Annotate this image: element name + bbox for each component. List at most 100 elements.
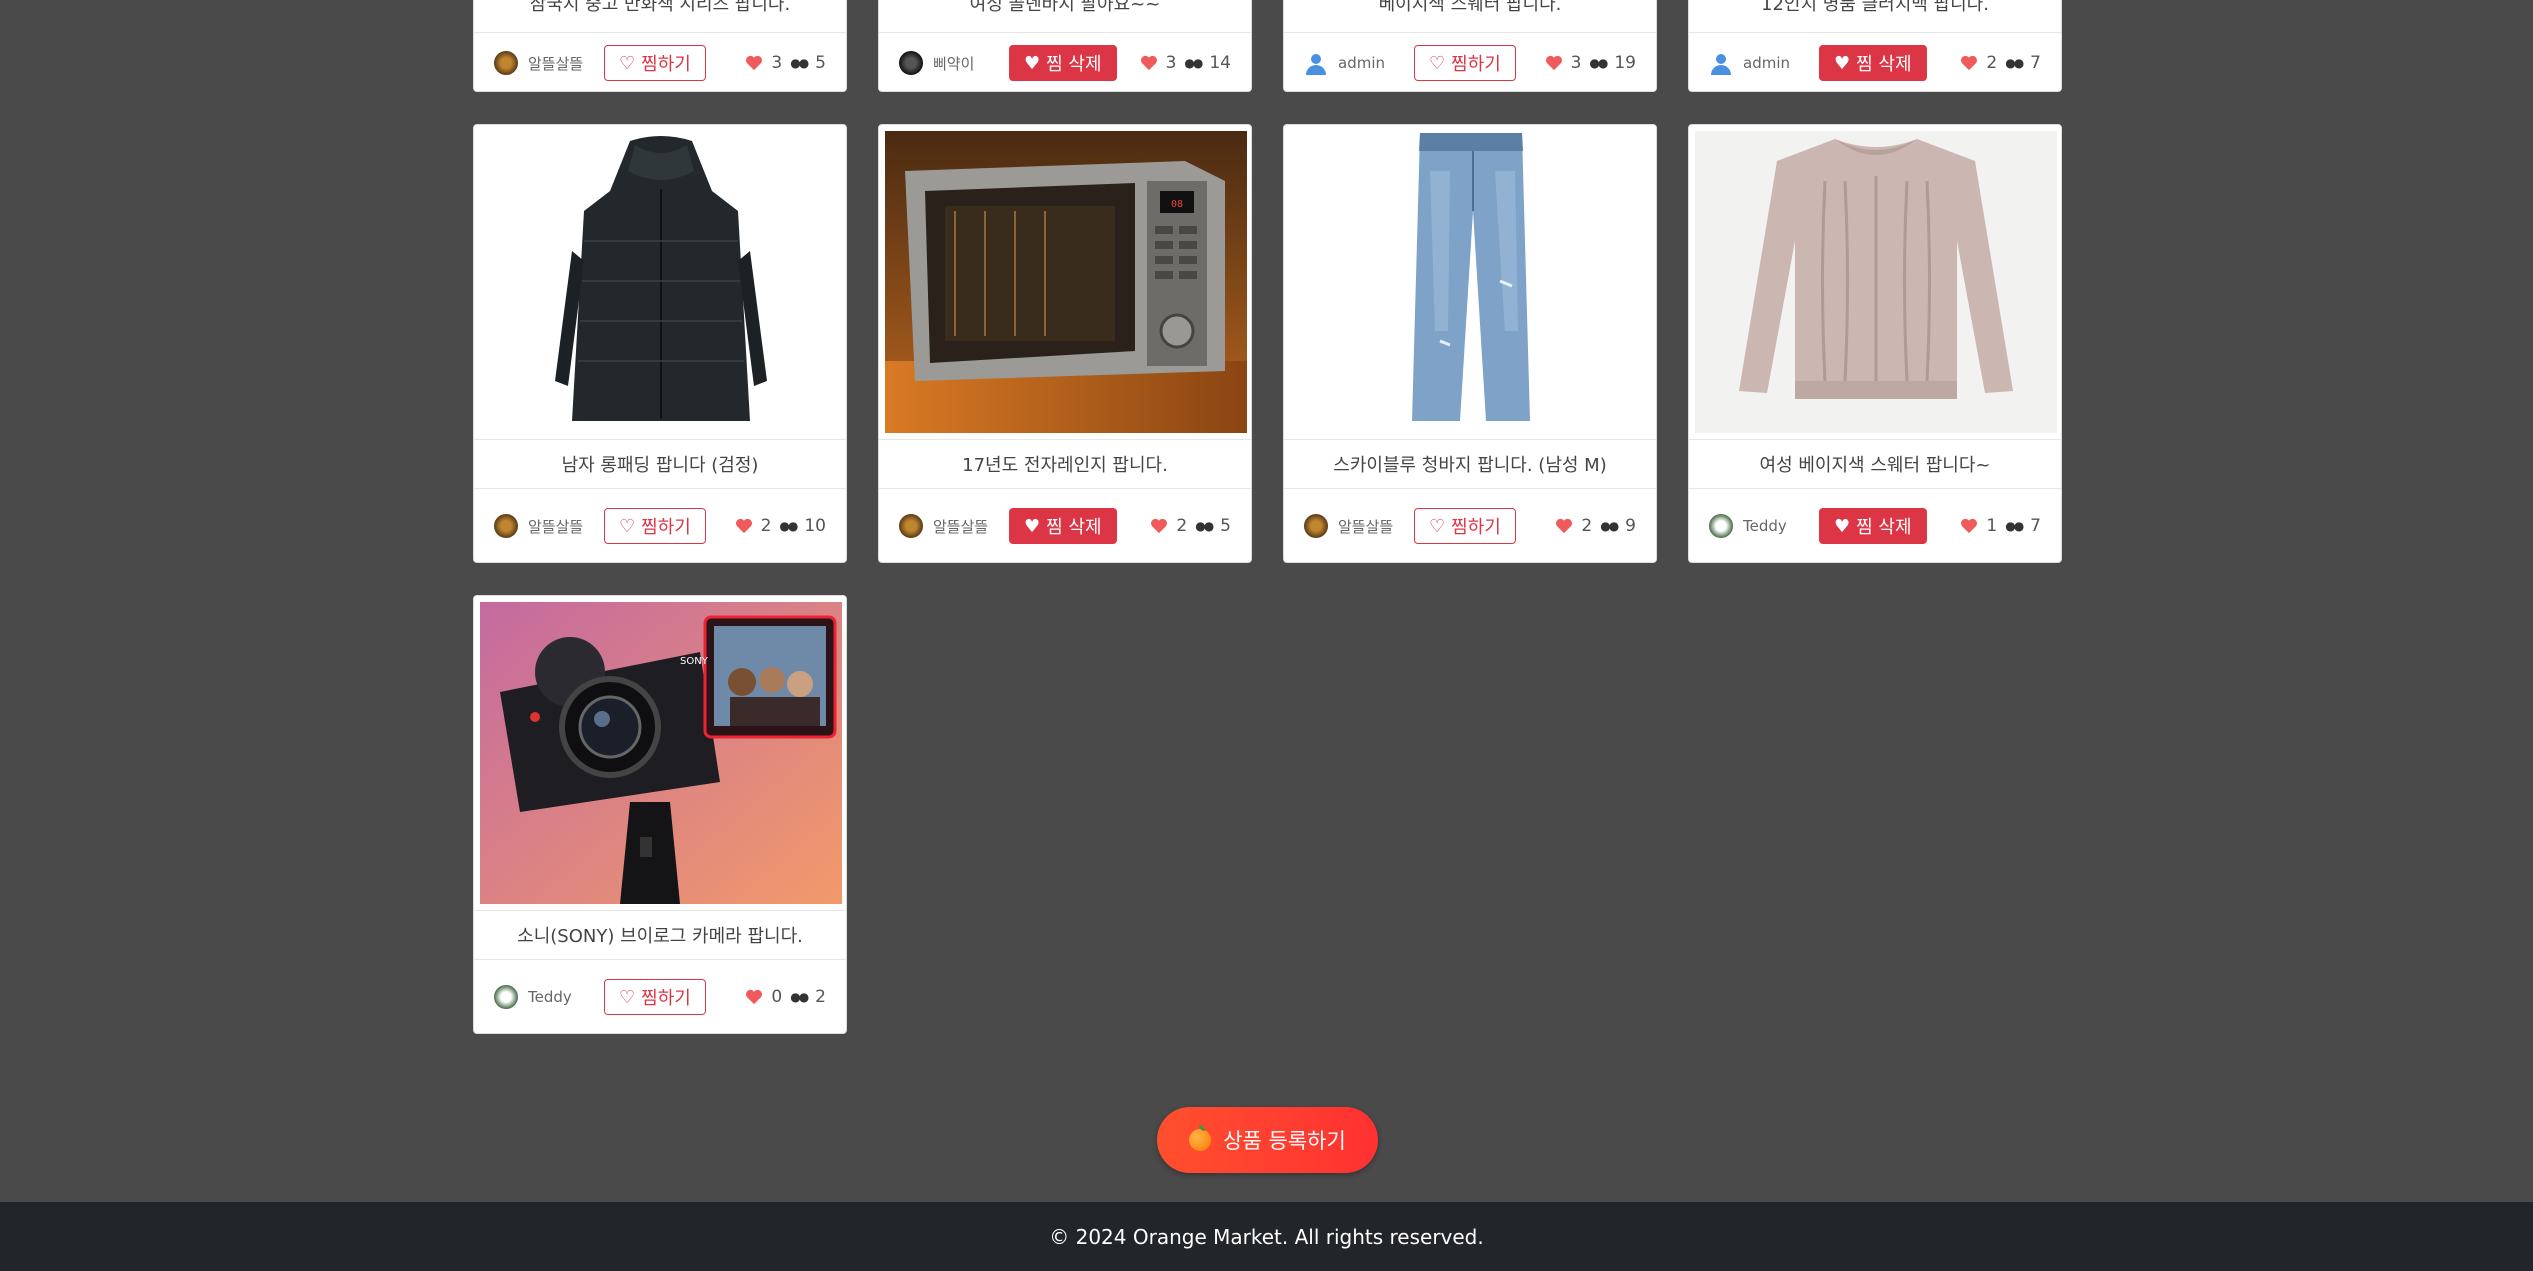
card-stats: 0 ●● 2 [745,987,826,1007]
views-eyes-icon: ●● [790,990,809,1004]
heart-outline-icon: ♡ [1429,52,1446,74]
view-count: 5 [815,53,826,73]
card-footer: 알뜰살뜰 ♡ 찜하기 2 ●● 10 [474,489,846,562]
zzim-label: 찜 삭제 [1856,517,1912,538]
product-image-sweater[interactable] [1695,131,2057,433]
svg-text:SONY: SONY [680,656,709,667]
like-heart-icon [745,55,763,71]
heart-filled-icon: ♥ [1024,52,1041,74]
seller-name: 알뜰살뜰 [528,517,584,536]
card-stats: 2 ●● 10 [735,516,826,536]
register-label: 상품 등록하기 [1223,1129,1346,1153]
zzim-label: 찜하기 [641,54,691,75]
product-card[interactable]: 08 17년도 전자레인지 팝니다. 알뜰살뜰 ♥ 찜 삭제 2 ●● 5 [878,124,1252,563]
like-count: 2 [760,516,772,536]
zzim-button[interactable]: ♡ 찜하기 [604,508,706,544]
views-eyes-icon: ●● [1589,56,1608,70]
heart-filled-icon: ♥ [1024,515,1041,537]
view-count: 2 [815,987,826,1007]
view-count: 14 [1209,53,1231,73]
like-count: 3 [771,53,783,73]
product-card[interactable]: 여성 골덴바지 팔아요~~ 삐약이 ♥ 찜 삭제 3 ●● 14 [878,0,1252,92]
like-heart-icon [1960,518,1978,534]
view-count: 19 [1614,53,1636,73]
heart-outline-icon: ♡ [1429,515,1446,537]
heart-filled-icon: ♥ [1834,515,1851,537]
card-stats: 2 ●● 9 [1555,516,1636,536]
view-count: 7 [2030,53,2041,73]
zzim-remove-button[interactable]: ♥ 찜 삭제 [1819,45,1927,81]
seller-info: 알뜰살뜰 [1304,514,1414,538]
like-heart-icon [735,518,753,534]
zzim-button[interactable]: ♡ 찜하기 [1414,508,1516,544]
zzim-remove-button[interactable]: ♥ 찜 삭제 [1009,508,1117,544]
register-product-button[interactable]: 상품 등록하기 [1157,1107,1378,1173]
product-card[interactable]: 베이지색 스웨터 팝니다. admin ♡ 찜하기 3 ●● 19 [1283,0,1657,92]
product-card[interactable]: 삼국지 중고 만화책 시리즈 팝니다. 알뜰살뜰 ♡ 찜하기 3 ●● 5 [473,0,847,92]
seller-name: admin [1338,54,1385,72]
card-footer: admin ♡ 찜하기 3 ●● 19 [1284,33,1656,91]
product-image-camera[interactable]: SONY [480,602,842,904]
like-count: 2 [1176,516,1188,536]
page-footer: © 2024 Orange Market. All rights reserve… [0,1202,2533,1271]
product-title: 12인치 명품 클러치백 팝니다. [1689,0,2061,33]
seller-name: Teddy [528,988,572,1006]
like-count: 1 [1986,516,1998,536]
zzim-label: 찜 삭제 [1046,517,1102,538]
like-count: 2 [1581,516,1593,536]
product-image-microwave[interactable]: 08 [885,131,1247,433]
heart-filled-icon: ♥ [1834,52,1851,74]
zzim-remove-button[interactable]: ♥ 찜 삭제 [1819,508,1927,544]
view-count: 9 [1625,516,1636,536]
user-avatar-icon [1304,51,1328,75]
views-eyes-icon: ●● [779,519,798,533]
like-heart-icon [1545,55,1563,71]
seller-name: 알뜰살뜰 [933,517,989,536]
product-card[interactable]: 12인치 명품 클러치백 팝니다. admin ♥ 찜 삭제 2 ●● 7 [1688,0,2062,92]
product-card[interactable]: 남자 롱패딩 팝니다 (검정) 알뜰살뜰 ♡ 찜하기 2 ●● 10 [473,124,847,563]
zzim-button[interactable]: ♡ 찜하기 [604,979,706,1015]
views-eyes-icon: ●● [1600,519,1619,533]
seller-info: admin [1709,51,1819,75]
copyright-text: © 2024 Orange Market. All rights reserve… [1049,1224,1484,1249]
product-grid: 삼국지 중고 만화책 시리즈 팝니다. 알뜰살뜰 ♡ 찜하기 3 ●● 5 여성… [473,0,2064,1066]
seller-name: 삐약이 [933,54,975,73]
seller-info: Teddy [1709,514,1819,538]
views-eyes-icon: ●● [1195,519,1214,533]
views-eyes-icon: ●● [2005,56,2024,70]
seller-name: 알뜰살뜰 [528,54,584,73]
product-image-coat[interactable] [480,131,842,433]
card-footer: admin ♥ 찜 삭제 2 ●● 7 [1689,33,2061,91]
zzim-button[interactable]: ♡ 찜하기 [1414,45,1516,81]
view-count: 7 [2030,516,2041,536]
zzim-button[interactable]: ♡ 찜하기 [604,45,706,81]
seller-avatar [899,514,923,538]
view-count: 10 [804,516,826,536]
zzim-label: 찜하기 [1451,54,1501,75]
views-eyes-icon: ●● [790,56,809,70]
like-heart-icon [1140,55,1158,71]
product-card[interactable]: 스카이블루 청바지 팝니다. (남성 M) 알뜰살뜰 ♡ 찜하기 2 ●● 9 [1283,124,1657,563]
like-count: 2 [1986,53,1998,73]
product-title: 여성 골덴바지 팔아요~~ [879,0,1251,33]
teddy-avatar-icon [1709,514,1733,538]
heart-outline-icon: ♡ [619,52,636,74]
seller-info: 삐약이 [899,51,1009,75]
zzim-label: 찜 삭제 [1856,54,1912,75]
product-card[interactable]: 여성 베이지색 스웨터 팝니다~ Teddy ♥ 찜 삭제 1 ●● 7 [1688,124,2062,563]
like-heart-icon [1555,518,1573,534]
card-footer: 알뜰살뜰 ♥ 찜 삭제 2 ●● 5 [879,489,1251,562]
orange-icon [1189,1125,1212,1151]
product-title: 베이지색 스웨터 팝니다. [1284,0,1656,33]
views-eyes-icon: ●● [2005,519,2024,533]
product-title: 남자 롱패딩 팝니다 (검정) [474,439,846,489]
seller-info: 알뜰살뜰 [494,514,604,538]
heart-outline-icon: ♡ [619,986,636,1008]
zzim-remove-button[interactable]: ♥ 찜 삭제 [1009,45,1117,81]
seller-info: 알뜰살뜰 [494,51,604,75]
like-count: 3 [1570,53,1582,73]
product-image-jeans[interactable] [1290,131,1652,433]
product-title: 스카이블루 청바지 팝니다. (남성 M) [1284,439,1656,489]
product-card[interactable]: SONY 소니(SONY) 브이로그 카메라 팝니다. Teddy ♡ 찜하기 … [473,595,847,1034]
zzim-label: 찜하기 [641,988,691,1009]
